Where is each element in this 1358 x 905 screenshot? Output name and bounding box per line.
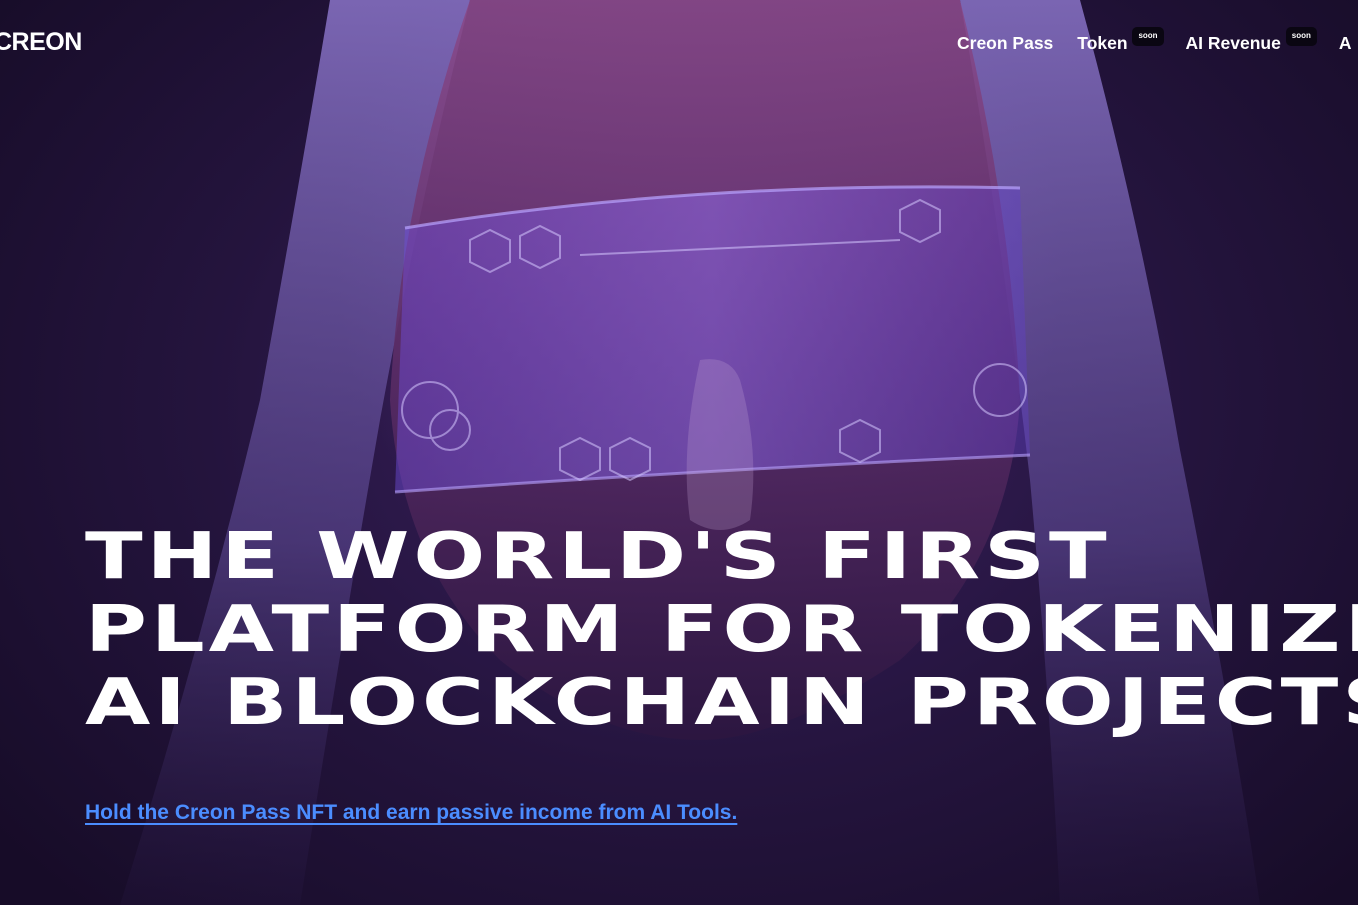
nav-truncated-item[interactable]: A (1339, 32, 1352, 54)
soon-badge: soon (1132, 27, 1164, 46)
headline-line-2: PLATFORM FOR TOKENIZING (85, 593, 1358, 667)
creon-logo[interactable]: CREON (0, 28, 82, 57)
soon-badge: soon (1285, 27, 1317, 46)
nav-ai-revenue[interactable]: AI Revenue soon (1185, 27, 1317, 54)
hero-section: CREON Creon Pass Token soon AI Revenue s… (0, 0, 1358, 905)
nav-ai-revenue-label: AI Revenue (1185, 33, 1281, 53)
headline-line-1: THE WORLD'S FIRST (85, 520, 1111, 594)
nav-token-label: Token (1077, 33, 1128, 53)
headline-line-3: AI BLOCKCHAIN PROJECTS. (85, 666, 1358, 740)
nav-creon-pass[interactable]: Creon Pass (957, 32, 1053, 54)
nav-truncated-label: A (1338, 33, 1352, 53)
nav-token[interactable]: Token soon (1077, 27, 1164, 54)
hero-background-image (120, 0, 1260, 905)
creon-pass-cta-link[interactable]: Hold the Creon Pass NFT and earn passive… (85, 801, 737, 825)
main-nav: Creon Pass Token soon AI Revenue soon A (957, 27, 1358, 54)
nav-creon-pass-label: Creon Pass (957, 33, 1054, 53)
hero-headline: THE WORLD'S FIRST PLATFORM FOR TOKENIZIN… (85, 521, 1358, 740)
